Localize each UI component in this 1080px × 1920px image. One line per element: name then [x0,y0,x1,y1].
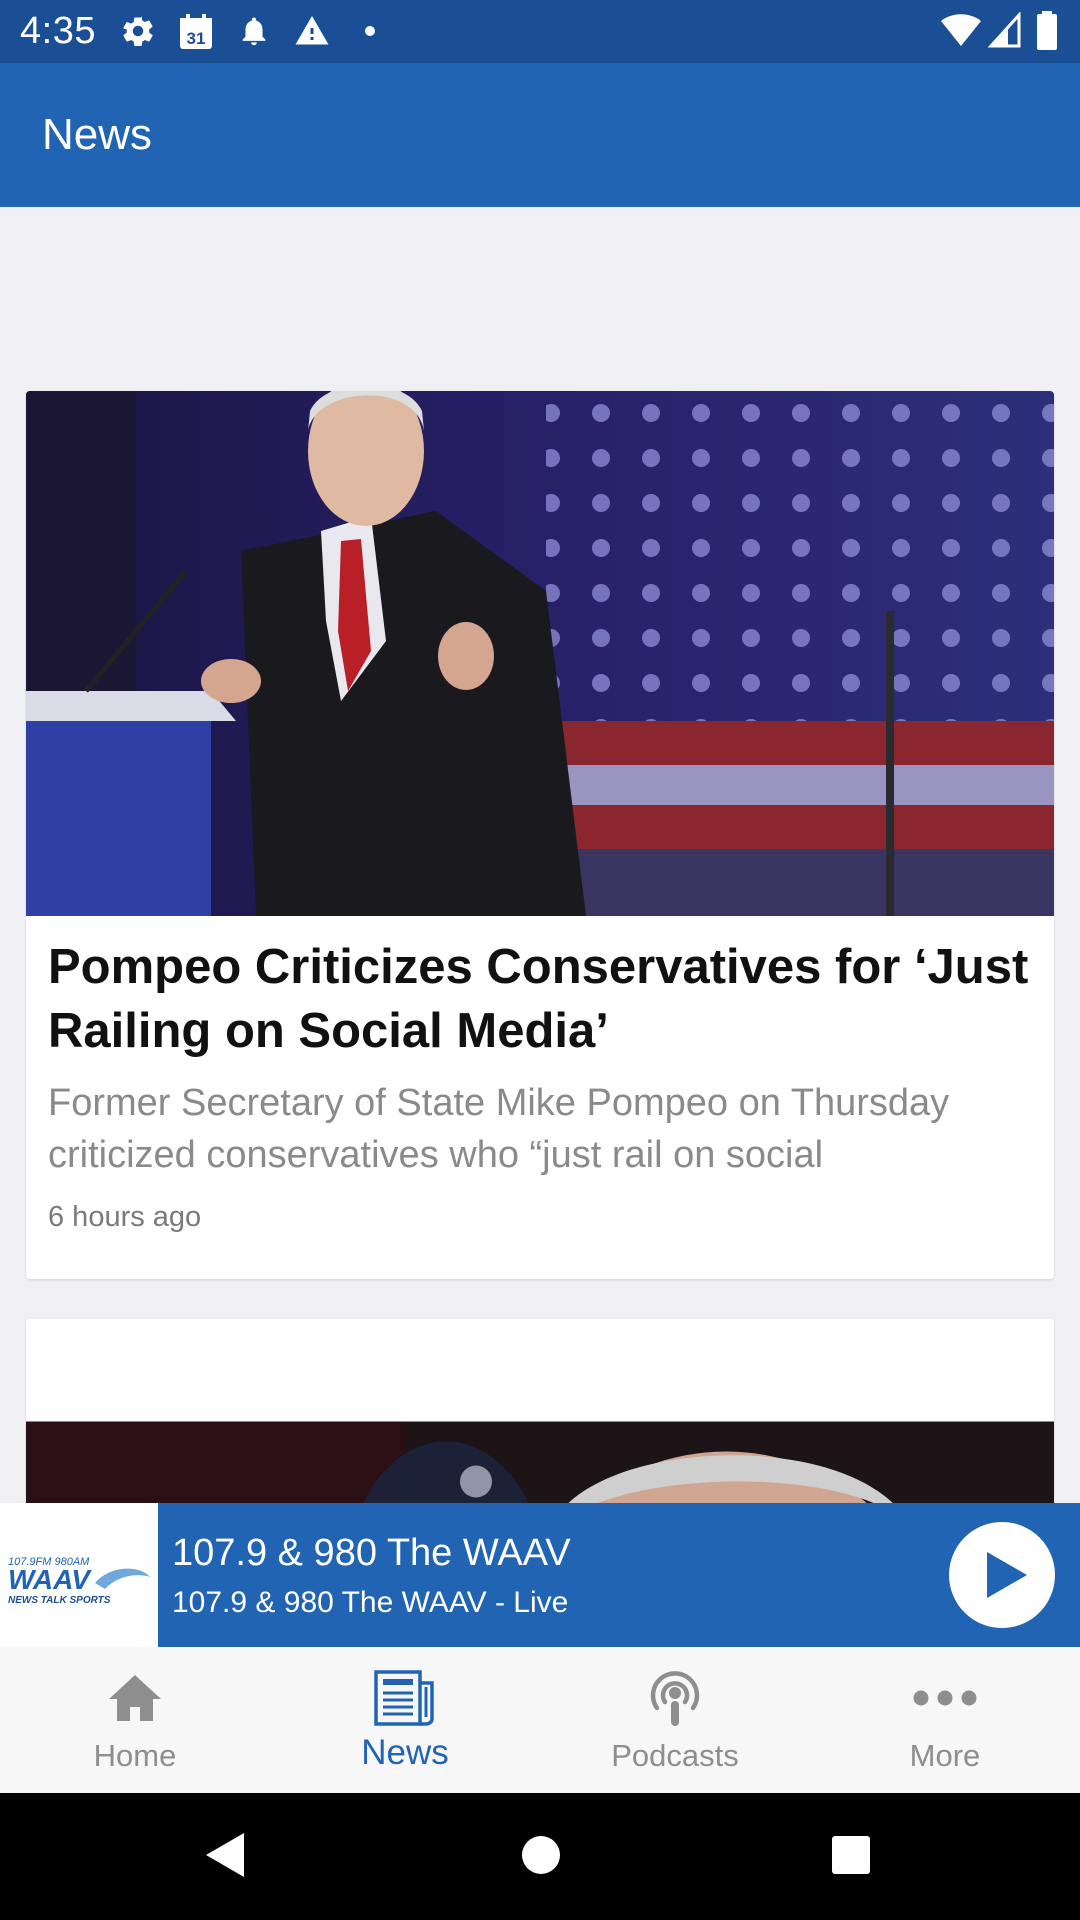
bottom-nav: Home News Podcasts More [0,1647,1080,1793]
battery-icon [1036,11,1058,56]
article-card[interactable] [26,1319,1054,1503]
back-icon[interactable] [204,1831,246,1884]
station-name[interactable]: 107.9 & 980 The WAAV [172,1531,571,1575]
article-image [26,391,1054,916]
recents-icon[interactable] [830,1831,872,1884]
nav-item-more[interactable]: More [810,1647,1080,1793]
more-icon [810,1667,1080,1729]
svg-text:WAAV: WAAV [8,1564,92,1595]
calendar-icon: 31 [178,13,214,56]
signal-icon [987,11,1022,53]
page-title: News [42,110,153,159]
play-icon [987,1552,1027,1598]
article-card[interactable]: Pompeo Criticizes Conservatives for ‘Jus… [26,391,1054,1279]
warning-icon [293,13,331,54]
gear-icon [120,13,156,54]
news-feed[interactable]: Pompeo Criticizes Conservatives for ‘Jus… [0,207,1080,1503]
system-nav-bar [0,1793,1080,1920]
wifi-icon [940,12,982,53]
calendar-day: 31 [187,29,206,48]
home-circle-icon[interactable] [520,1831,562,1884]
nav-label-news: News [361,1733,449,1772]
bell-icon [237,13,271,54]
station-subtitle: 107.9 & 980 The WAAV - Live [172,1586,569,1619]
svg-text:NEWS TALK SPORTS: NEWS TALK SPORTS [8,1595,111,1606]
status-bar: 4:35 31 [0,0,1080,63]
article-timestamp: 6 hours ago [48,1201,202,1233]
status-time: 4:35 [20,10,96,52]
article-title[interactable]: Pompeo Criticizes Conservatives for ‘Jus… [48,935,1038,1063]
home-icon [0,1667,270,1729]
newspaper-icon [270,1667,540,1729]
station-logo: 107.9FM 980AM WAAV NEWS TALK SPORTS [0,1503,158,1647]
dot-icon [365,26,375,36]
podcast-icon [540,1667,810,1729]
nav-item-news[interactable]: News [270,1647,540,1793]
nav-label-more: More [909,1738,981,1773]
article-image [26,1421,1054,1503]
app-bar: News [0,63,1080,207]
nav-item-home[interactable]: Home [0,1647,270,1793]
nav-item-podcasts[interactable]: Podcasts [540,1647,810,1793]
nav-label-home: Home [93,1738,177,1773]
now-playing-bar[interactable]: 107.9FM 980AM WAAV NEWS TALK SPORTS 107.… [0,1503,1080,1647]
article-description: Former Secretary of State Mike Pompeo on… [48,1082,950,1176]
play-button[interactable] [949,1522,1055,1628]
nav-label-podcasts: Podcasts [611,1738,739,1773]
